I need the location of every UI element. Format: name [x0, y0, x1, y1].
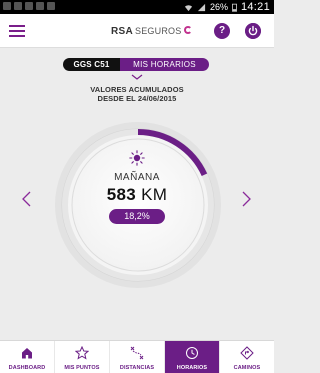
clock-icon [186, 347, 198, 359]
menu-icon[interactable] [9, 25, 25, 37]
accumulated-values-heading: VALORES ACUMULADOS DESDE EL 24/06/2015 [0, 85, 274, 103]
logo-brand: RSA [111, 25, 134, 37]
distance-gauge [55, 122, 221, 288]
summary-line-2: DESDE EL 24/06/2015 [97, 94, 177, 103]
notification-icon [47, 2, 55, 10]
home-icon [22, 348, 32, 359]
battery-level: 26% [209, 2, 228, 12]
distance-unit: KM [141, 185, 168, 204]
nav-dashboard[interactable]: DASHBOARD [0, 341, 55, 373]
nav-label: CAMINOS [233, 365, 261, 371]
notification-icon [14, 2, 22, 10]
app-header: RSA SEGUROS ? [0, 14, 274, 48]
star-icon [75, 346, 89, 360]
notification-icon [36, 2, 44, 10]
nav-label: DASHBOARD [8, 365, 46, 371]
battery-icon [231, 3, 237, 12]
period-label: MAÑANA [114, 172, 160, 183]
distance-readout: 583 KM [0, 185, 274, 205]
nav-mis-puntos[interactable]: MIS PUNTOS [55, 341, 110, 373]
nav-label: DISTANCIAS [119, 365, 155, 371]
distance-value: 583 [106, 185, 137, 204]
nav-caminos[interactable]: CAMINOS [220, 341, 274, 373]
vehicle-selector[interactable]: GGS C51 MIS HORARIOS [63, 58, 209, 71]
nav-horarios[interactable]: HORARIOS [165, 341, 220, 373]
sun-icon [129, 150, 145, 166]
notification-icon [25, 2, 33, 10]
nav-label: MIS PUNTOS [64, 365, 100, 371]
bottom-navigation: DASHBOARD MIS PUNTOS DISTANCIAS HORARIOS [0, 340, 274, 373]
route-icon [130, 346, 144, 360]
help-button[interactable]: ? [214, 23, 230, 39]
percentage-badge: 18,2% [109, 209, 165, 224]
signal-icon [197, 3, 206, 11]
logo-text: SEGUROS [135, 26, 182, 36]
tab-mis-horarios[interactable]: MIS HORARIOS [120, 58, 209, 71]
notification-tray [3, 2, 55, 10]
summary-line-1: VALORES ACUMULADOS [90, 85, 184, 94]
vehicle-plate[interactable]: GGS C51 [63, 58, 120, 71]
chevron-down-icon[interactable] [131, 74, 143, 80]
status-bar: 26% 14:21 [0, 0, 274, 14]
logo-swirl-icon [184, 25, 193, 34]
nav-label: HORARIOS [176, 365, 208, 371]
power-button[interactable] [245, 23, 261, 39]
wifi-icon [184, 4, 193, 11]
nav-distancias[interactable]: DISTANCIAS [110, 341, 165, 373]
notification-icon [3, 2, 11, 10]
clock-time: 14:21 [240, 1, 270, 13]
rsa-logo: RSA SEGUROS [111, 23, 193, 39]
road-sign-icon [240, 346, 254, 360]
